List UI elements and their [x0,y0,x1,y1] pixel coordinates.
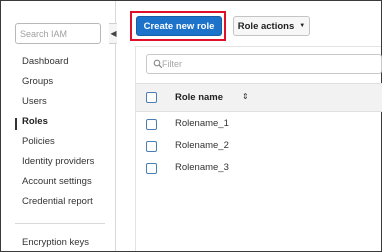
sidebar-item-encryption-keys[interactable]: Encryption keys [22,237,89,248]
roles-panel: Role name ⇕ Rolename_1 Rolename_2 Rolena… [135,46,382,251]
row-checkbox[interactable] [146,119,157,130]
create-new-role-button[interactable]: Create new role [136,16,222,36]
role-actions-label: Role actions [237,20,295,32]
row-checkbox[interactable] [146,141,157,152]
table-row[interactable]: Rolename_1 [136,113,382,135]
caret-down-icon: ▼ [299,23,306,29]
role-actions-button[interactable]: Role actions ▼ [233,16,310,36]
active-indicator [15,118,17,130]
table-header: Role name ⇕ [136,83,382,112]
sidebar: ◀ Dashboard Groups Users Roles Policies … [1,1,119,251]
table-row[interactable]: Rolename_3 [136,157,382,179]
table-row[interactable]: Rolename_2 [136,135,382,157]
search-input[interactable] [15,23,101,44]
sidebar-item-dashboard[interactable]: Dashboard [22,56,68,67]
sidebar-item-users[interactable]: Users [22,96,47,107]
role-name-cell[interactable]: Rolename_3 [175,162,229,173]
sidebar-item-policies[interactable]: Policies [22,136,55,147]
sidebar-item-identity-providers[interactable]: Identity providers [22,156,94,167]
row-checkbox[interactable] [146,163,157,174]
role-name-cell[interactable]: Rolename_1 [175,118,229,129]
filter-input[interactable] [162,56,362,72]
sidebar-item-account-settings[interactable]: Account settings [22,176,92,187]
sidebar-divider [15,223,105,224]
main-content: Create new role Role actions ▼ Role name… [117,1,382,251]
role-name-cell[interactable]: Rolename_2 [175,140,229,151]
sidebar-item-roles[interactable]: Roles [22,116,48,127]
sort-icon[interactable]: ⇕ [242,92,249,101]
column-header-role-name[interactable]: Role name [175,92,223,103]
filter-box[interactable] [146,54,382,74]
sidebar-item-credential-report[interactable]: Credential report [22,196,93,207]
select-all-checkbox[interactable] [146,92,157,103]
sidebar-item-groups[interactable]: Groups [22,76,53,87]
chevron-left-icon: ◀ [110,29,117,38]
